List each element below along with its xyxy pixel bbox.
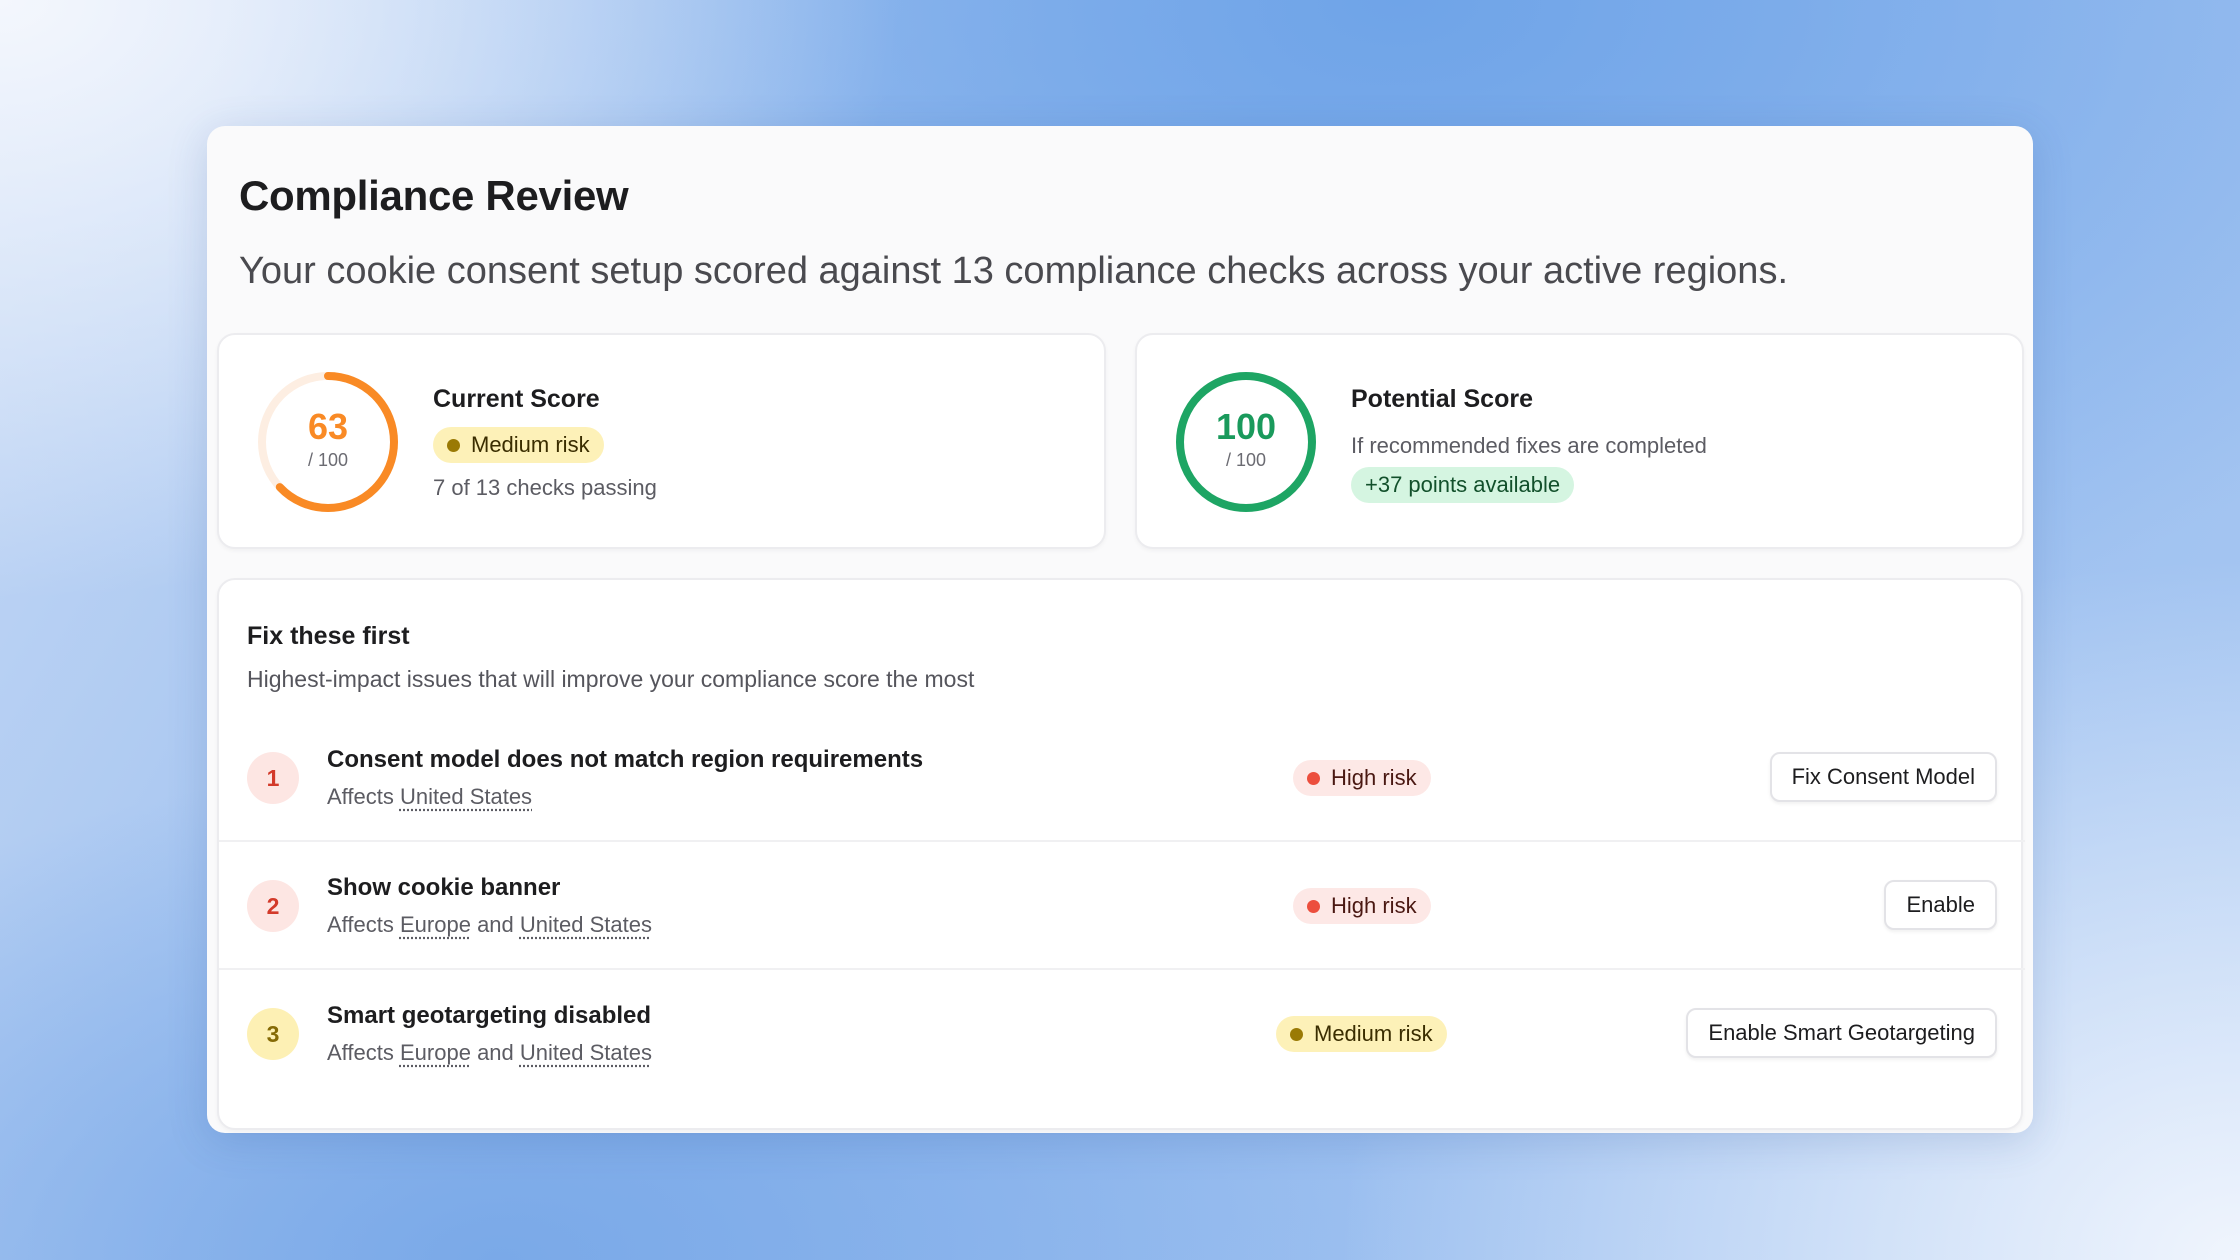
risk-label: High risk xyxy=(1331,893,1417,918)
affects-prefix: Affects xyxy=(327,1040,394,1065)
compliance-review-panel: Compliance Review Your cookie consent se… xyxy=(207,126,2033,1133)
potential-score-value: 100 xyxy=(1215,406,1277,447)
risk-badge: High risk xyxy=(1293,888,1431,924)
affects-prefix: Affects xyxy=(327,912,394,937)
issue-affects: Affects United States xyxy=(327,784,532,810)
fix-section-subtitle: Highest-impact issues that will improve … xyxy=(247,666,975,692)
enable-smart-geotargeting-button[interactable]: Enable Smart Geotargeting xyxy=(1686,1008,1997,1058)
page-title: Compliance Review xyxy=(239,172,629,219)
affects-conjunction: and xyxy=(477,912,514,937)
current-score-title: Current Score xyxy=(433,385,600,413)
status-dot-icon xyxy=(1290,1027,1303,1041)
region-link-europe[interactable]: Europe xyxy=(400,1040,471,1065)
issue-number: 3 xyxy=(247,1008,299,1060)
issue-number: 1 xyxy=(247,752,299,804)
risk-label: Medium risk xyxy=(1314,1021,1433,1046)
issue-title: Smart geotargeting disabled xyxy=(327,1002,652,1029)
fix-these-first-card: Fix these first Highest-impact issues th… xyxy=(217,578,2025,1130)
risk-badge: Medium risk xyxy=(1276,1016,1447,1052)
page-subtitle: Your cookie consent setup scored against… xyxy=(239,250,1789,292)
affects-prefix: Affects xyxy=(327,784,394,809)
checks-passing: 7 of 13 checks passing xyxy=(433,475,657,500)
region-link-united-states[interactable]: United States xyxy=(520,912,652,937)
fix-section-title: Fix these first xyxy=(247,622,410,650)
risk-label: High risk xyxy=(1331,765,1417,790)
issue-row: 3 Smart geotargeting disabled Affects Eu… xyxy=(219,970,2025,1098)
current-score-out-of: / 100 xyxy=(307,450,349,470)
issue-row: 2 Show cookie banner Affects Europe and … xyxy=(219,842,2025,970)
potential-score-title: Potential Score xyxy=(1351,385,1533,413)
current-risk-badge: Medium risk xyxy=(433,427,604,463)
current-score-value: 63 xyxy=(307,406,349,447)
risk-badge: High risk xyxy=(1293,760,1431,796)
issue-affects: Affects Europe and United States xyxy=(327,1040,652,1066)
potential-score-out-of: / 100 xyxy=(1225,450,1267,470)
potential-score-ring: 100 / 100 xyxy=(1173,369,1319,515)
current-score-ring: 63 / 100 xyxy=(255,369,401,515)
issue-affects: Affects Europe and United States xyxy=(327,912,652,938)
fix-consent-model-button[interactable]: Fix Consent Model xyxy=(1769,752,1997,802)
potential-score-card: 100 / 100 Potential Score If recommended… xyxy=(1135,333,2024,549)
region-link-united-states[interactable]: United States xyxy=(400,784,532,809)
issue-title: Show cookie banner xyxy=(327,874,561,901)
region-link-united-states[interactable]: United States xyxy=(520,1040,652,1065)
current-score-card: 63 / 100 Current Score Medium risk 7 of … xyxy=(217,333,1106,549)
potential-score-description: If recommended fixes are completed xyxy=(1351,433,1707,458)
status-dot-icon xyxy=(1307,899,1320,913)
enable-banner-button[interactable]: Enable xyxy=(1884,880,1997,930)
affects-conjunction: and xyxy=(477,1040,514,1065)
issue-title: Consent model does not match region requ… xyxy=(327,746,924,773)
issue-row: 1 Consent model does not match region re… xyxy=(219,714,2025,842)
status-dot-icon xyxy=(1307,771,1320,785)
current-risk-label: Medium risk xyxy=(471,432,590,457)
points-available-badge: +37 points available xyxy=(1351,467,1575,503)
region-link-europe[interactable]: Europe xyxy=(400,912,471,937)
issue-number: 2 xyxy=(247,880,299,932)
status-dot-icon xyxy=(447,438,460,452)
